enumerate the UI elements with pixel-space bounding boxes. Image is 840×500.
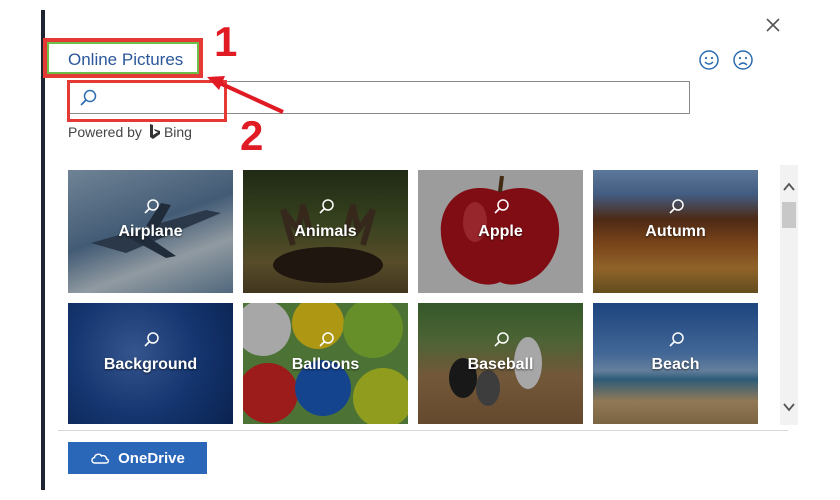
search-icon bbox=[494, 199, 509, 214]
search-icon bbox=[319, 332, 334, 347]
powered-by-label: Powered by bbox=[68, 124, 142, 140]
search-icon bbox=[144, 199, 159, 214]
category-label: Background bbox=[103, 356, 198, 373]
footer-divider bbox=[58, 430, 788, 431]
close-icon[interactable] bbox=[762, 14, 784, 36]
search-icon bbox=[669, 332, 684, 347]
onedrive-label: OneDrive bbox=[118, 449, 185, 467]
category-label: Airplane bbox=[118, 223, 183, 240]
annotation-highlight-title bbox=[43, 38, 203, 78]
chevron-down-icon[interactable] bbox=[780, 398, 798, 416]
annotation-number-1: 1 bbox=[214, 18, 238, 65]
search-icon bbox=[669, 199, 684, 214]
onedrive-button[interactable]: OneDrive bbox=[68, 442, 207, 474]
search-icon bbox=[494, 332, 509, 347]
category-label: Animals bbox=[294, 223, 357, 240]
category-tile-animals[interactable]: Animals bbox=[243, 170, 408, 293]
category-label: Apple bbox=[478, 223, 523, 240]
bing-brand-label: Bing bbox=[163, 124, 192, 140]
category-label: Baseball bbox=[467, 356, 534, 373]
category-tile-autumn[interactable]: Autumn bbox=[593, 170, 758, 293]
category-tile-apple[interactable]: Apple bbox=[418, 170, 583, 293]
annotation-arrow bbox=[207, 76, 284, 114]
online-pictures-dialog: Online Pictures Powered by Bing 1 2 Airp… bbox=[0, 0, 840, 500]
category-tile-baseball[interactable]: Baseball bbox=[418, 303, 583, 424]
bing-logo-icon bbox=[149, 124, 160, 139]
scrollbar-thumb[interactable] bbox=[782, 202, 796, 228]
chevron-up-icon[interactable] bbox=[780, 178, 798, 196]
category-tile-balloons[interactable]: Balloons bbox=[243, 303, 408, 424]
dialog-left-border bbox=[41, 10, 45, 490]
cloud-icon bbox=[91, 453, 110, 464]
category-tile-beach[interactable]: Beach bbox=[593, 303, 758, 424]
category-label: Autumn bbox=[645, 223, 706, 240]
category-label: Beach bbox=[651, 356, 700, 373]
powered-by-bing: Powered by Bing bbox=[68, 123, 192, 141]
category-grid: Airplane Animals Apple Autumn Background… bbox=[68, 170, 758, 424]
search-icon bbox=[144, 332, 159, 347]
category-label: Balloons bbox=[291, 356, 360, 373]
frown-icon[interactable] bbox=[732, 49, 754, 71]
category-tile-airplane[interactable]: Airplane bbox=[68, 170, 233, 293]
smiley-icon[interactable] bbox=[698, 49, 720, 71]
search-icon bbox=[319, 199, 334, 214]
category-tile-background[interactable]: Background bbox=[68, 303, 233, 424]
